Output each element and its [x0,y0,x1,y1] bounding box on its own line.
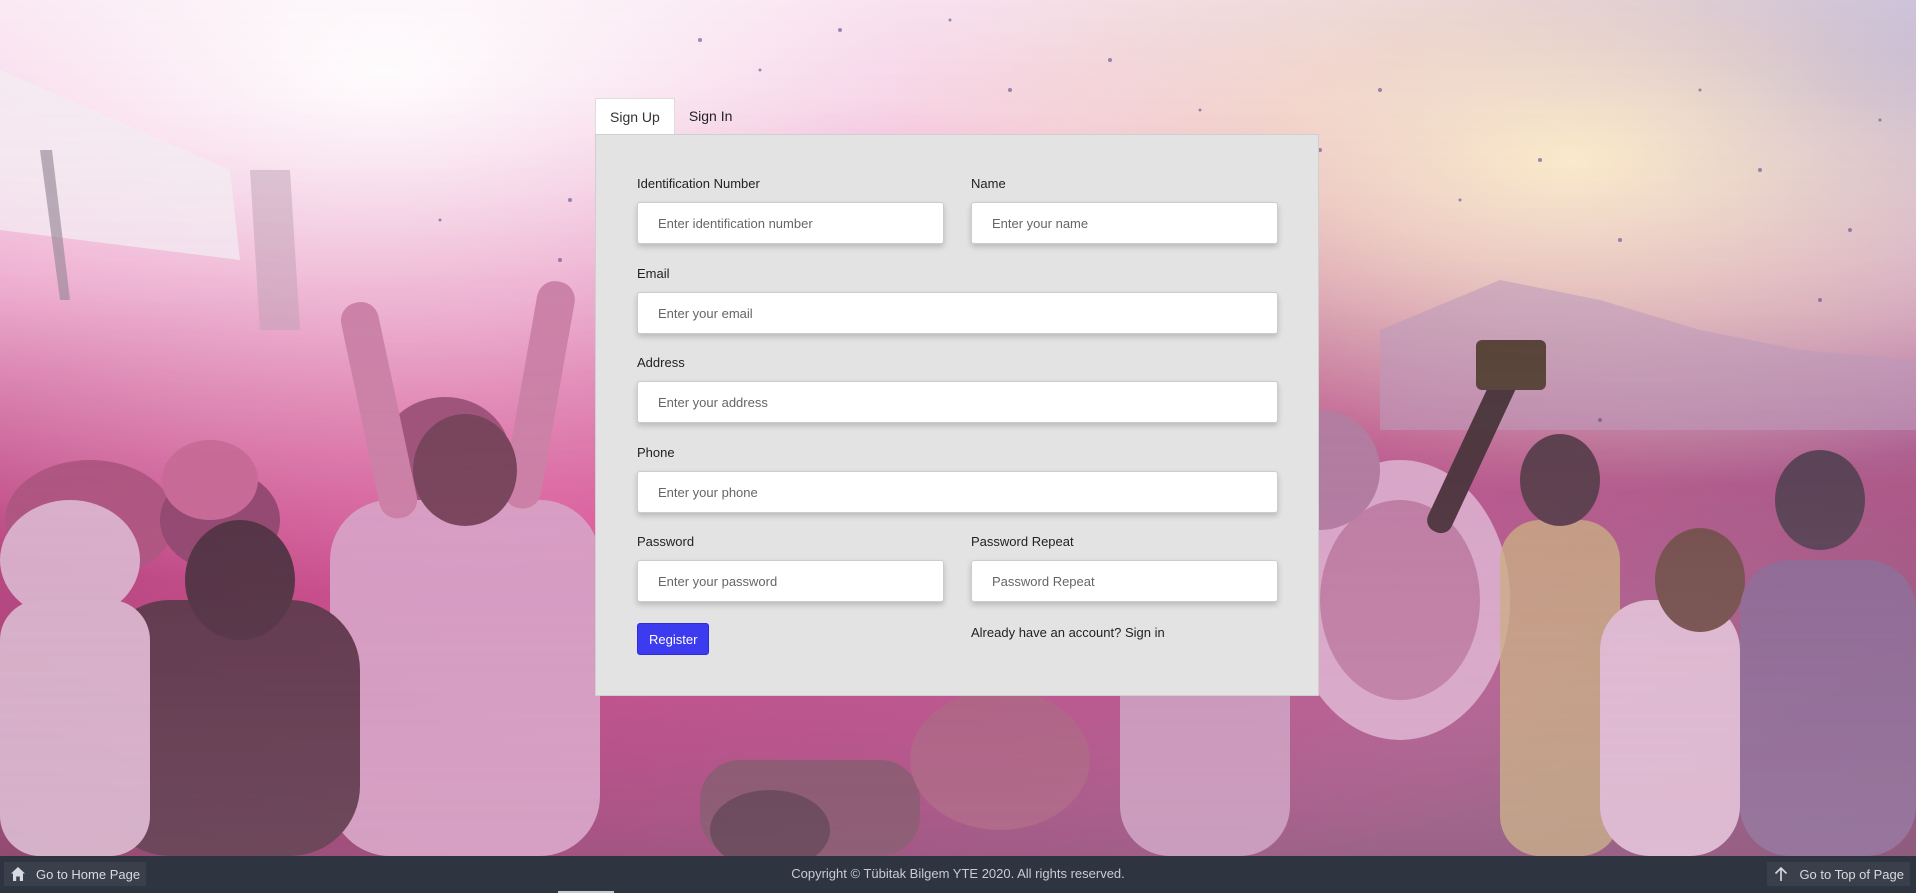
copyright-text: Copyright © Tübitak Bilgem YTE 2020. All… [791,866,1125,881]
signup-form-card: Identification Number Name Email Address… [595,134,1319,696]
email-label: Email [637,266,670,281]
id-number-label: Identification Number [637,176,760,191]
name-group: Name [971,176,1278,244]
signin-link[interactable]: Sign in [1125,625,1165,640]
top-of-page-link-label: Go to Top of Page [1799,866,1904,882]
tab-sign-in[interactable]: Sign In [675,98,747,134]
arrow-up-icon [1773,866,1789,882]
address-input[interactable] [637,381,1278,423]
signin-prompt-text: Already have an account? [971,625,1122,640]
phone-input[interactable] [637,471,1278,513]
top-of-page-link[interactable]: Go to Top of Page [1767,862,1910,886]
footer: Go to Home Page Copyright © Tübitak Bilg… [0,856,1916,893]
phone-label: Phone [637,445,675,460]
email-input[interactable] [637,292,1278,334]
email-group: Email [637,266,1278,334]
address-label: Address [637,355,685,370]
password-repeat-group: Password Repeat [971,534,1278,602]
tab-sign-up[interactable]: Sign Up [595,98,675,134]
id-number-group: Identification Number [637,176,944,244]
password-repeat-input[interactable] [971,560,1278,602]
id-number-input[interactable] [637,202,944,244]
signin-prompt: Already have an account? Sign in [971,625,1165,640]
phone-group: Phone [637,445,1278,513]
auth-tabs: Sign Up Sign In [595,98,746,134]
password-input[interactable] [637,560,944,602]
register-button[interactable]: Register [637,623,710,655]
password-group: Password [637,534,944,602]
password-repeat-label: Password Repeat [971,534,1074,549]
address-group: Address [637,355,1278,423]
name-label: Name [971,176,1006,191]
password-label: Password [637,534,695,549]
name-input[interactable] [971,202,1278,244]
